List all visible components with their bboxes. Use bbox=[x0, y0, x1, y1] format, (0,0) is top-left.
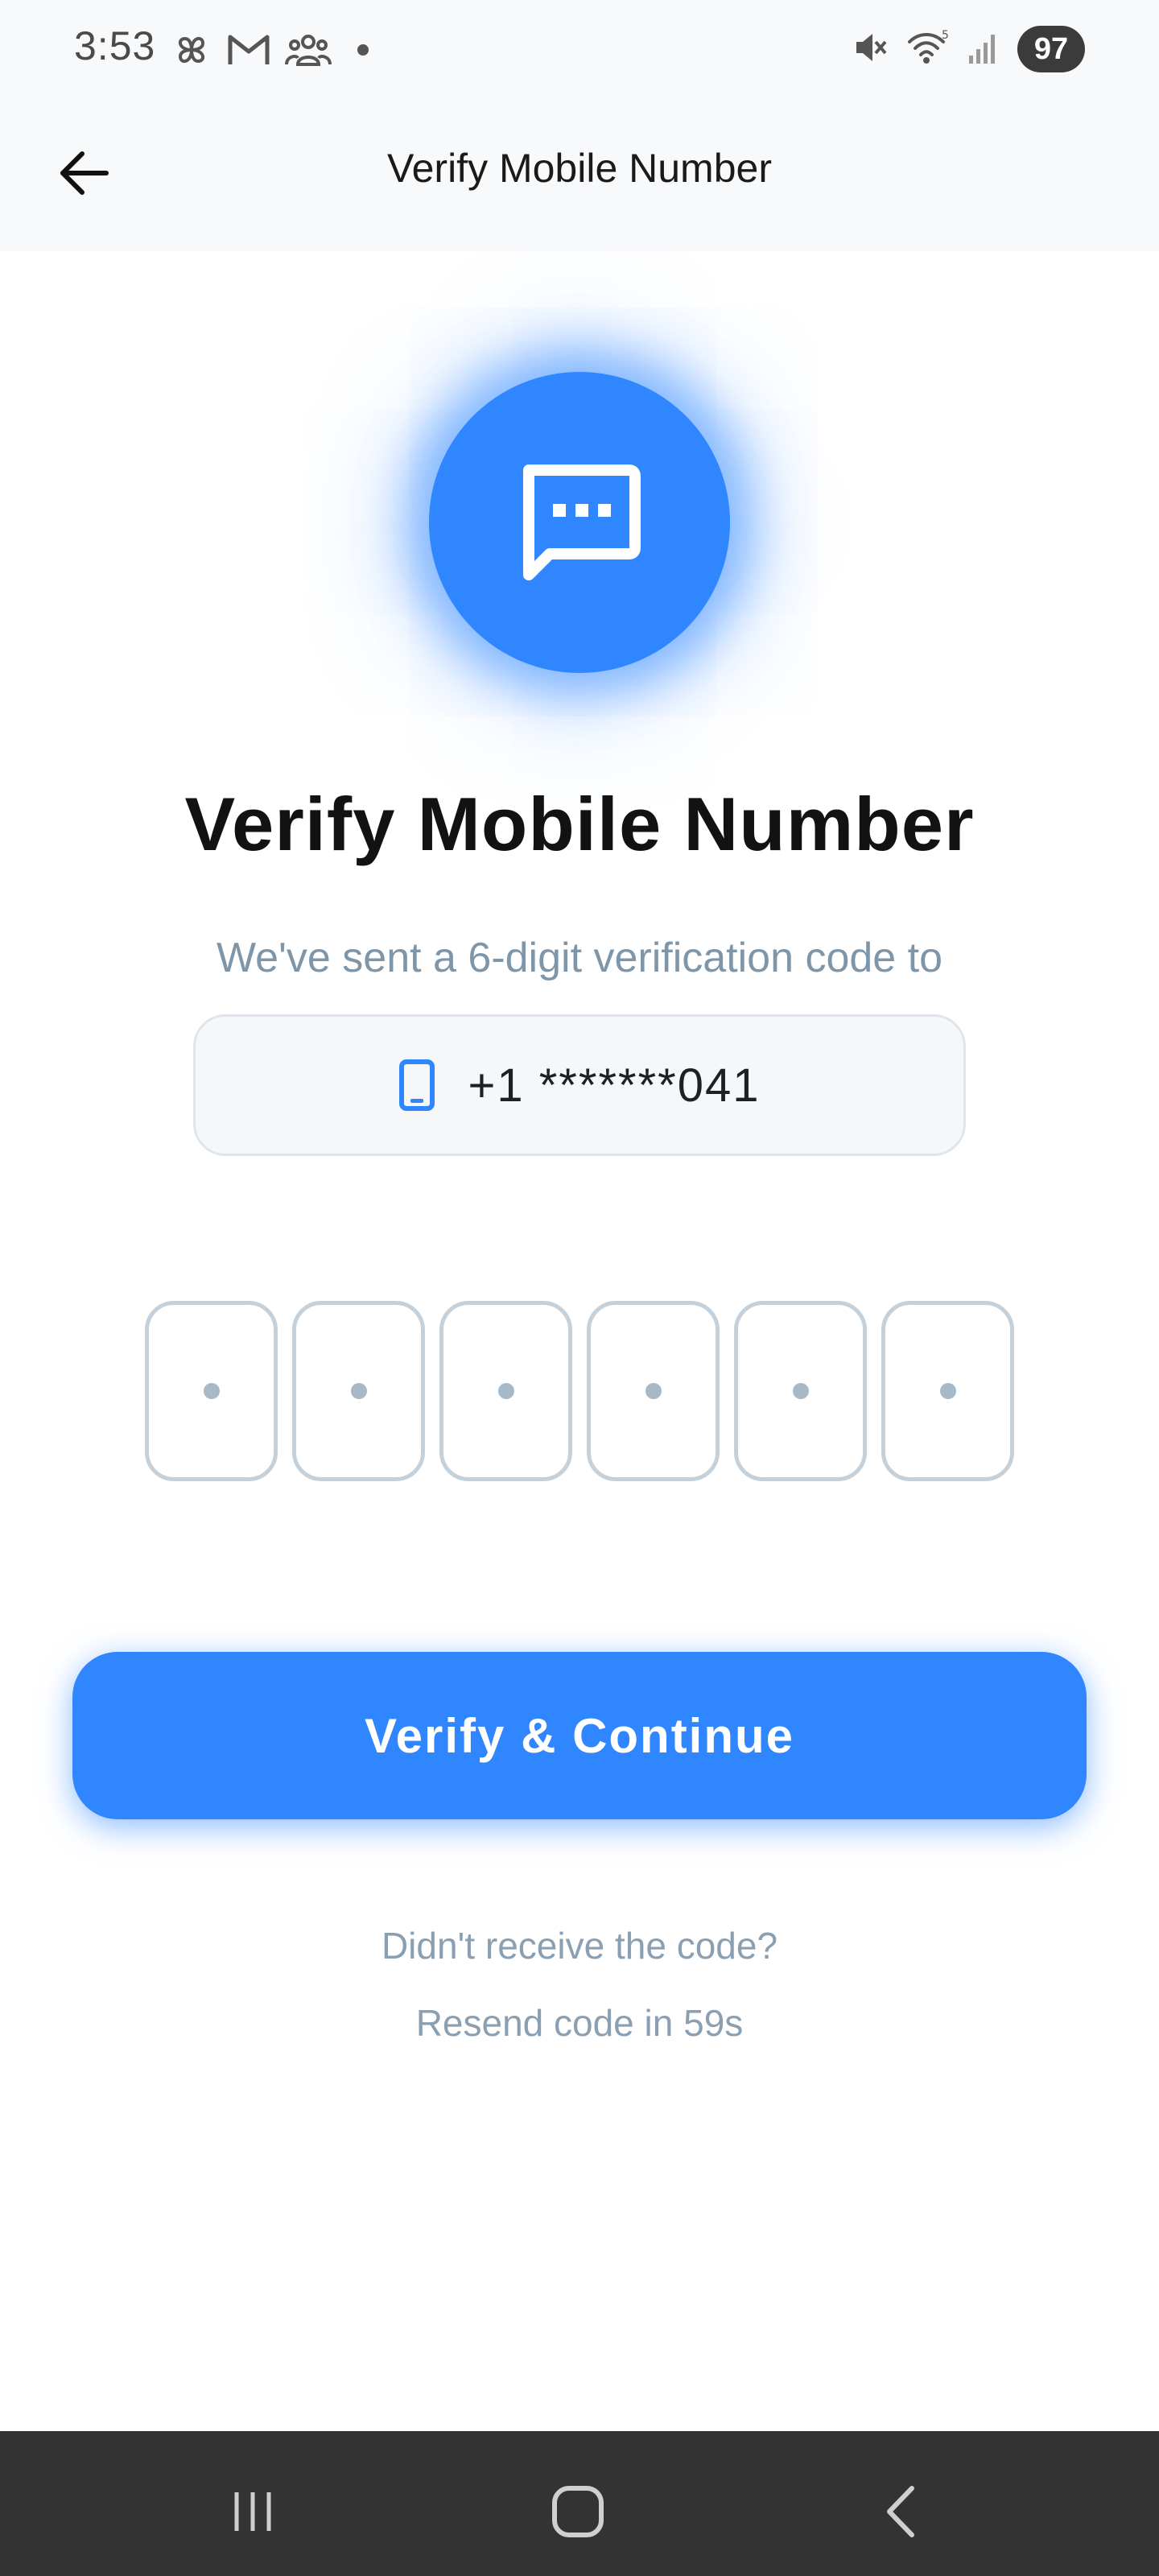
otp-placeholder-dot bbox=[350, 1383, 367, 1399]
resend-timer: Resend code in 59s bbox=[415, 2002, 744, 2044]
otp-digit-2[interactable] bbox=[292, 1301, 425, 1481]
otp-input-group bbox=[145, 1301, 1014, 1481]
otp-digit-6[interactable] bbox=[881, 1301, 1014, 1481]
status-bar: 3:53 5 97 bbox=[0, 0, 1159, 97]
status-notification-icons bbox=[171, 29, 369, 71]
back-icon bbox=[887, 2486, 914, 2537]
otp-placeholder-dot bbox=[497, 1383, 514, 1399]
recents-button[interactable] bbox=[221, 2479, 285, 2544]
people-icon bbox=[285, 32, 332, 68]
otp-digit-4[interactable] bbox=[587, 1301, 720, 1481]
page-title: Verify Mobile Number bbox=[184, 782, 975, 866]
otp-digit-1[interactable] bbox=[145, 1301, 278, 1481]
home-button[interactable] bbox=[546, 2479, 610, 2544]
dot-icon bbox=[357, 44, 369, 56]
nav-back-button[interactable] bbox=[869, 2479, 934, 2544]
phone-number: +1 *******041 bbox=[468, 1059, 761, 1112]
otp-placeholder-dot bbox=[939, 1383, 956, 1399]
mute-icon bbox=[852, 29, 889, 70]
otp-placeholder-dot bbox=[792, 1383, 809, 1399]
smartphone-icon bbox=[399, 1059, 435, 1111]
verification-subtitle: We've sent a 6-digit verification code t… bbox=[216, 935, 943, 981]
hero-icon-circle bbox=[429, 372, 730, 673]
otp-placeholder-dot bbox=[645, 1383, 662, 1399]
gmail-icon bbox=[227, 32, 270, 68]
verify-continue-button[interactable]: Verify & Continue bbox=[72, 1652, 1087, 1819]
otp-digit-3[interactable] bbox=[439, 1301, 572, 1481]
battery-indicator: 97 bbox=[1017, 26, 1085, 72]
signal-icon bbox=[967, 30, 1000, 69]
otp-placeholder-dot bbox=[203, 1383, 220, 1399]
phone-number-display: +1 *******041 bbox=[193, 1014, 966, 1156]
status-system-icons: 5 97 bbox=[852, 26, 1085, 72]
chat-bubble-icon bbox=[523, 464, 641, 580]
otp-digit-5[interactable] bbox=[734, 1301, 867, 1481]
wifi-icon: 5 bbox=[906, 29, 950, 70]
resend-question: Didn't receive the code? bbox=[381, 1925, 778, 1967]
pinwheel-icon bbox=[171, 29, 212, 71]
app-header: Verify Mobile Number bbox=[0, 97, 1159, 251]
home-icon bbox=[552, 2486, 604, 2537]
status-time: 3:53 bbox=[74, 23, 156, 68]
header-title: Verify Mobile Number bbox=[387, 146, 772, 191]
wifi-label: 5 bbox=[942, 29, 949, 42]
system-navigation-bar bbox=[0, 2431, 1159, 2576]
recents-icon bbox=[234, 2492, 271, 2531]
screen: 3:53 5 97 Verify Mobile Number Verify Mo… bbox=[0, 0, 1159, 2576]
